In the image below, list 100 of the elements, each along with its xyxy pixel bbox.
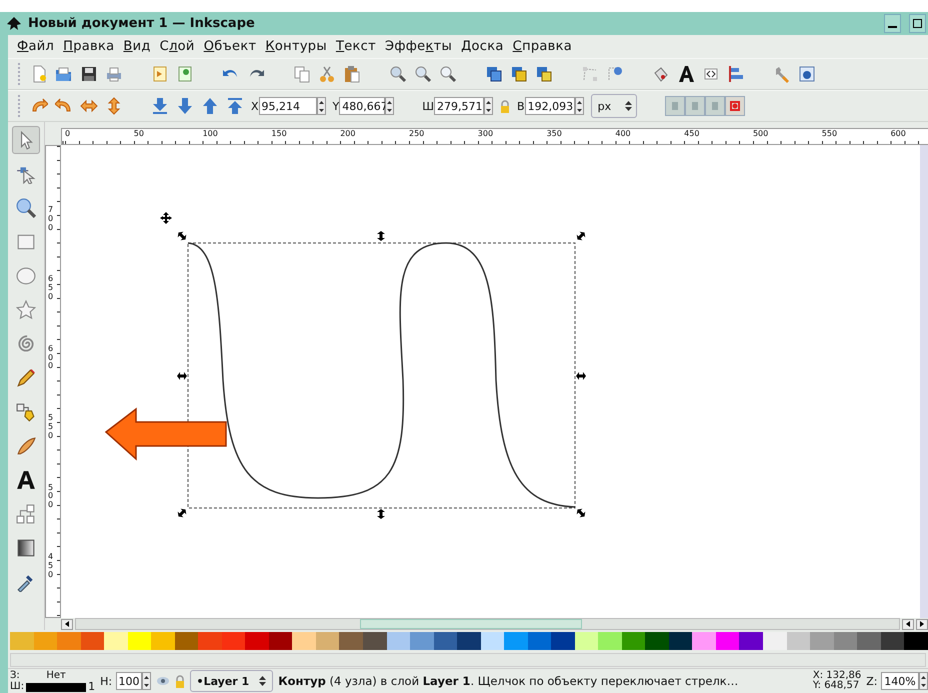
group-icon[interactable] — [510, 65, 528, 83]
color-swatch[interactable] — [386, 632, 410, 650]
menu-item[interactable]: Слой — [160, 39, 195, 54]
color-swatch[interactable] — [362, 632, 386, 650]
wrench-icon[interactable] — [773, 65, 791, 83]
raise-to-top-icon[interactable] — [226, 97, 244, 115]
up-arrow-icon[interactable] — [387, 100, 392, 104]
color-swatch[interactable] — [504, 632, 528, 650]
unit-dropdown[interactable]: px — [590, 94, 637, 118]
color-swatch[interactable] — [480, 632, 504, 650]
zoom-icon[interactable] — [439, 65, 457, 83]
maximize-icon[interactable] — [913, 19, 922, 28]
color-swatch[interactable] — [904, 632, 928, 650]
color-swatch[interactable] — [174, 632, 198, 650]
down-arrow-icon[interactable] — [144, 684, 149, 686]
clipboard-icon[interactable] — [343, 65, 361, 83]
copy-icon[interactable] — [293, 65, 311, 83]
color-swatch[interactable] — [104, 632, 128, 650]
printer-icon[interactable] — [105, 65, 123, 83]
scroll-left-button[interactable] — [61, 618, 73, 630]
ungroup-icon[interactable] — [535, 65, 553, 83]
menu-item[interactable]: Вид — [123, 39, 151, 54]
left-arrow-icon[interactable] — [906, 621, 910, 627]
color-swatch[interactable] — [645, 632, 669, 650]
color-swatch[interactable] — [316, 632, 340, 650]
right-arrow-icon[interactable] — [920, 621, 924, 627]
color-swatch[interactable] — [222, 632, 246, 650]
up-arrow-icon[interactable] — [486, 100, 492, 104]
raise-icon[interactable] — [201, 97, 219, 115]
color-swatch[interactable] — [198, 632, 222, 650]
up-arrow-icon[interactable] — [144, 676, 149, 678]
number-field[interactable]: 95,214 — [258, 97, 317, 115]
number-field[interactable]: 480,667 — [339, 97, 386, 115]
color-swatch[interactable] — [80, 632, 104, 650]
snap-toggle[interactable] — [704, 96, 725, 116]
number-field[interactable]: 192,093 — [524, 97, 575, 115]
horizontal-scrollbar[interactable] — [75, 618, 900, 630]
color-swatch[interactable] — [763, 632, 787, 650]
color-swatch[interactable] — [598, 632, 622, 650]
zoom-icon[interactable] — [414, 65, 432, 83]
number-field[interactable]: 279,571 — [434, 97, 484, 115]
eye-icon[interactable] — [156, 676, 170, 686]
fill-value[interactable]: Нет — [26, 670, 86, 681]
down-arrow-icon[interactable] — [318, 108, 324, 112]
menu-item[interactable]: Доска — [461, 39, 504, 54]
scale-handle[interactable] — [177, 372, 187, 380]
stroke-swatch[interactable] — [26, 683, 86, 692]
snap-toggle[interactable] — [724, 96, 745, 116]
color-swatch[interactable] — [574, 632, 598, 650]
color-swatch[interactable] — [857, 632, 881, 650]
align-icon[interactable] — [727, 65, 745, 83]
duplicate-icon[interactable] — [485, 65, 503, 83]
layer-dropdown[interactable]: •Layer 1 — [190, 670, 274, 692]
down-arrow-icon[interactable] — [387, 108, 392, 112]
color-swatch[interactable] — [528, 632, 552, 650]
spin-buttons[interactable] — [385, 97, 394, 115]
menu-item[interactable]: Файл — [17, 39, 54, 54]
lock-icon[interactable] — [500, 100, 510, 112]
zoom-icon[interactable] — [389, 65, 407, 83]
flip-vertical-icon[interactable] — [105, 97, 123, 115]
lower-icon[interactable] — [176, 97, 194, 115]
document-properties-icon[interactable] — [798, 65, 816, 83]
import-icon[interactable] — [151, 65, 169, 83]
color-swatch[interactable] — [245, 632, 269, 650]
vertical-scrollbar[interactable] — [920, 145, 928, 618]
snap-toggle[interactable] — [684, 96, 705, 116]
scissors-icon[interactable] — [318, 65, 336, 83]
snap-toggle[interactable] — [664, 96, 685, 116]
color-swatch[interactable] — [268, 632, 292, 650]
menu-item[interactable]: Справка — [512, 39, 572, 54]
color-swatch[interactable] — [692, 632, 716, 650]
color-swatch[interactable] — [786, 632, 810, 650]
scale-handle[interactable] — [576, 372, 586, 380]
color-swatch[interactable] — [292, 632, 316, 650]
color-swatch[interactable] — [834, 632, 858, 650]
color-swatch[interactable] — [880, 632, 904, 650]
down-arrow-icon[interactable] — [576, 108, 582, 112]
scroll-left-button[interactable] — [902, 618, 914, 630]
spin-buttons[interactable] — [919, 672, 928, 690]
color-swatch[interactable] — [739, 632, 763, 650]
fill-stroke-icon[interactable] — [652, 65, 670, 83]
down-arrow-icon[interactable] — [921, 684, 926, 686]
left-arrow-icon[interactable] — [65, 621, 69, 627]
scale-handle[interactable] — [377, 231, 385, 241]
menu-item[interactable]: Правка — [63, 39, 114, 54]
palette-scrollbar[interactable] — [10, 653, 926, 667]
color-swatch[interactable] — [57, 632, 81, 650]
scale-handle[interactable] — [576, 232, 586, 240]
color-swatch[interactable] — [151, 632, 175, 650]
color-swatch[interactable] — [339, 632, 363, 650]
minimize-button[interactable] — [884, 14, 901, 33]
caret-icon[interactable] — [625, 101, 632, 111]
scale-handle[interactable] — [576, 508, 586, 518]
menu-item[interactable]: Контуры — [265, 39, 327, 54]
scale-handle[interactable] — [377, 509, 385, 519]
export-icon[interactable] — [176, 65, 194, 83]
color-swatch[interactable] — [551, 632, 575, 650]
color-swatch[interactable] — [128, 632, 152, 650]
stroke-width[interactable]: 1 — [88, 681, 96, 692]
text-icon[interactable] — [677, 65, 695, 83]
